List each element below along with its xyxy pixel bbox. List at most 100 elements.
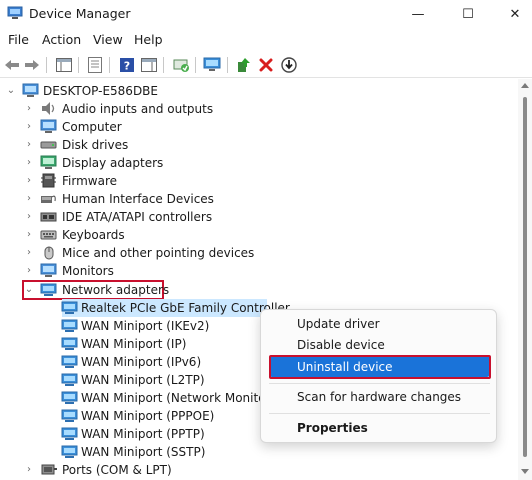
ide-controller-icon [40,212,57,222]
back-arrow-icon [5,60,19,70]
scroll-down-arrow-icon[interactable] [521,469,529,474]
close-icon: ✕ [509,6,521,22]
collapse-chevron-icon[interactable]: ⌄ [6,85,16,97]
network-adapter-icon [61,445,78,458]
action-pane-button[interactable] [140,56,158,74]
monitor-icon [40,263,57,277]
uninstall-device-toolbar-button[interactable] [257,56,275,74]
tree-item-network-adapters[interactable]: ⌄ Network adapters [0,281,518,299]
tree-item-keyboards[interactable]: › Keyboards [0,226,518,244]
network-adapter-icon [61,409,78,422]
expand-chevron-icon[interactable]: › [24,175,34,187]
tree-item-label: WAN Miniport (Network Monitor) [81,391,276,405]
network-adapter-icon [61,391,78,404]
network-adapter-icon [61,427,78,440]
network-adapter-icon [61,301,78,314]
toolbar-separator [78,57,79,73]
tree-item-firmware[interactable]: › Firmware [0,172,518,190]
tree-item-label: Firmware [62,174,117,188]
tree-item-label: Keyboards [62,228,125,242]
menu-help[interactable]: Help [134,32,163,47]
monitor-toolbar-button[interactable] [203,56,221,74]
firmware-chip-icon [41,173,56,188]
collapse-chevron-icon[interactable]: ⌄ [24,284,34,296]
toolbar: ? [0,52,532,78]
expand-chevron-icon[interactable]: › [24,211,34,223]
console-tree-icon [56,58,72,72]
minimize-icon: — [411,6,425,22]
expand-chevron-icon[interactable]: › [24,193,34,205]
menu-view[interactable]: View [93,32,123,47]
tree-item-label: Computer [62,120,122,134]
expand-chevron-icon[interactable]: › [24,121,34,133]
keyboard-icon [40,230,57,240]
svg-text:?: ? [124,60,130,73]
menu-item-scan-hardware[interactable]: Scan for hardware changes [297,390,461,404]
network-adapter-icon [61,355,78,368]
tree-item-computer[interactable]: › Computer [0,118,518,136]
tree-item-label: Audio inputs and outputs [62,102,214,116]
tree-item-ports[interactable]: › Ports (COM & LPT) [0,461,518,479]
speaker-icon [42,102,55,115]
menu-action[interactable]: Action [42,32,81,47]
show-hide-console-tree-button[interactable] [55,56,73,74]
expand-chevron-icon[interactable]: › [24,265,34,277]
expand-chevron-icon[interactable]: › [24,229,34,241]
tree-item-label: WAN Miniport (IKEv2) [81,319,210,333]
scan-hardware-toolbar-button[interactable] [172,56,190,74]
red-x-icon [259,58,273,72]
tree-item-label: Realtek PCIe GbE Family Controller [81,301,290,315]
update-driver-toolbar-button[interactable] [235,56,253,74]
disable-device-toolbar-button[interactable] [280,56,298,74]
device-manager-icon [7,6,23,19]
tree-item-label: WAN Miniport (IP) [81,337,187,351]
tree-item-label: WAN Miniport (PPTP) [81,427,205,441]
forward-button[interactable] [23,56,41,74]
mouse-icon [44,246,54,260]
menu-item-disable-device[interactable]: Disable device [297,338,385,352]
tree-item-label: Network adapters [62,283,170,297]
computer-icon [40,119,57,133]
tree-item-hid[interactable]: › Human Interface Devices [0,190,518,208]
minimize-button[interactable]: — [395,0,441,28]
expand-chevron-icon[interactable]: › [24,157,34,169]
tree-item-audio[interactable]: › Audio inputs and outputs [0,100,518,118]
tree-item-disk-drives[interactable]: › Disk drives [0,136,518,154]
tree-item-ide[interactable]: › IDE ATA/ATAPI controllers [0,208,518,226]
maximize-button[interactable]: ☐ [445,0,491,28]
scroll-thumb[interactable] [523,97,527,457]
tree-item-label: Display adapters [62,156,164,170]
menu-divider [269,413,490,414]
menu-item-properties[interactable]: Properties [297,421,368,435]
scroll-up-arrow-icon[interactable] [521,83,529,88]
tree-item-label: Human Interface Devices [62,192,214,206]
tree-item-monitors[interactable]: › Monitors [0,262,518,280]
tree-item-wan-sstp[interactable]: WAN Miniport (SSTP) [0,443,518,461]
tree-item-label: IDE ATA/ATAPI controllers [62,210,213,224]
disk-drive-icon [40,141,57,149]
menu-divider [269,383,490,384]
menu-file[interactable]: File [8,32,29,47]
properties-toolbar-button[interactable] [86,56,104,74]
toolbar-separator [163,57,164,73]
vertical-scrollbar[interactable] [518,79,532,480]
toolbar-separator [195,57,196,73]
help-toolbar-button[interactable]: ? [118,56,136,74]
expand-chevron-icon[interactable]: › [24,247,34,259]
tree-root[interactable]: ⌄ DESKTOP-E586DBE [0,82,518,100]
back-button[interactable] [3,56,21,74]
properties-sheet-icon [88,57,102,73]
close-button[interactable]: ✕ [492,0,532,28]
tree-item-label: Mice and other pointing devices [62,246,255,260]
menu-item-update-driver[interactable]: Update driver [297,317,380,331]
download-arrow-icon [281,57,297,73]
network-adapter-icon [61,319,78,332]
network-adapter-icon [61,373,78,386]
expand-chevron-icon[interactable]: › [24,139,34,151]
tree-item-display-adapters[interactable]: › Display adapters [0,154,518,172]
help-book-icon: ? [120,58,134,73]
network-adapter-icon [61,337,78,350]
expand-chevron-icon[interactable]: › [24,103,34,115]
tree-item-mice[interactable]: › Mice and other pointing devices [0,244,518,262]
expand-chevron-icon[interactable]: › [24,464,34,476]
